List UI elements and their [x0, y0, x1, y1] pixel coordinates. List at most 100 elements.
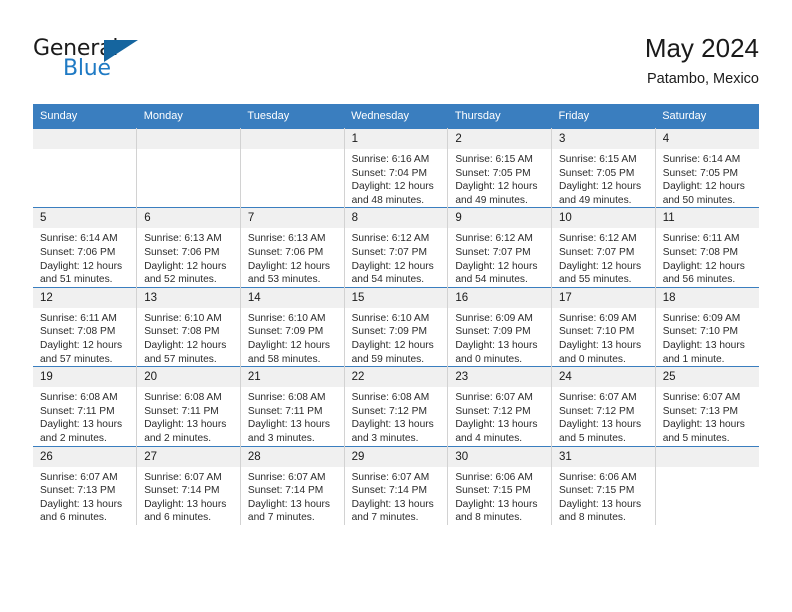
day-details: Sunrise: 6:12 AM Sunset: 7:07 PM Daylight:… — [552, 228, 655, 286]
calendar-day-cell[interactable]: 7 Sunrise: 6:13 AM Sunset: 7:06 PM Daylight… — [240, 207, 345, 288]
daylight-text: Daylight: 13 hours and 6 minutes. — [40, 498, 123, 524]
sunrise-text: Sunrise: 6:16 AM — [351, 154, 430, 165]
sunset-text: Sunset: 7:11 PM — [144, 405, 219, 417]
sunset-text: Sunset: 7:08 PM — [144, 326, 220, 338]
calendar-day-cell[interactable]: 31 Sunrise: 6:06 AM Sunset: 7:15 PM Dayligh… — [551, 445, 656, 525]
calendar-day-cell[interactable]: 3 Sunrise: 6:15 AM Sunset: 7:05 PM Daylight… — [551, 127, 656, 208]
calendar-day-cell[interactable]: 5 Sunrise: 6:14 AM Sunset: 7:06 PM Daylight… — [33, 207, 138, 288]
sunset-text: Sunset: 7:10 PM — [662, 326, 739, 338]
weekday-header-monday: Monday — [136, 104, 241, 129]
day-details: Sunrise: 6:11 AM Sunset: 7:08 PM Daylight:… — [33, 308, 136, 366]
calendar-day-cell[interactable]: 22 Sunrise: 6:08 AM Sunset: 7:12 PM Dayligh… — [344, 366, 449, 446]
day-details: Sunrise: 6:14 AM Sunset: 7:06 PM Daylight:… — [33, 228, 136, 286]
daylight-text: Daylight: 13 hours and 0 minutes. — [559, 339, 642, 365]
sunrise-text: Sunrise: 6:10 AM — [351, 312, 430, 324]
sunrise-text: Sunrise: 6:07 AM — [455, 392, 533, 404]
calendar-day-cell[interactable]: 15 Sunrise: 6:10 AM Sunset: 7:09 PM Dayligh… — [344, 286, 449, 367]
sunset-text: Sunset: 7:05 PM — [559, 167, 635, 179]
day-number: 17 — [552, 287, 655, 308]
sunset-text: Sunset: 7:11 PM — [247, 405, 323, 417]
calendar-day-cell[interactable]: 28 Sunrise: 6:07 AM Sunset: 7:14 PM Dayligh… — [240, 445, 345, 525]
day-details: Sunrise: 6:07 AM Sunset: 7:13 PM Daylight:… — [656, 387, 759, 445]
calendar-day-cell[interactable]: 20 Sunrise: 6:08 AM Sunset: 7:11 PM Dayligh… — [136, 366, 241, 446]
calendar-week-row: 26 Sunrise: 6:07 AM Sunset: 7:13 PM Dayligh… — [33, 445, 759, 525]
calendar-day-cell[interactable]: 21 Sunrise: 6:08 AM Sunset: 7:11 PM Dayligh… — [240, 366, 345, 446]
daylight-text: Daylight: 12 hours and 48 minutes. — [351, 181, 434, 206]
page-header: General Blue May 2024 Patambo, Mexico — [0, 0, 792, 103]
day-number: 15 — [344, 287, 448, 308]
title-block: May 2024 Patambo, Mexico — [645, 33, 759, 88]
calendar-day-cell[interactable]: 9 Sunrise: 6:12 AM Sunset: 7:07 PM Daylight… — [447, 207, 553, 288]
calendar-day-cell[interactable]: 12 Sunrise: 6:11 AM Sunset: 7:08 PM Dayligh… — [33, 286, 138, 367]
day-details: Sunrise: 6:09 AM Sunset: 7:09 PM Daylight:… — [448, 308, 551, 366]
calendar-day-cell-empty — [33, 127, 138, 208]
sunrise-text: Sunrise: 6:07 AM — [351, 471, 430, 483]
sunset-text: Sunset: 7:09 PM — [351, 326, 427, 338]
sunset-text: Sunset: 7:06 PM — [40, 246, 116, 258]
calendar-day-cell[interactable]: 19 Sunrise: 6:08 AM Sunset: 7:11 PM Dayligh… — [33, 366, 138, 446]
calendar-day-cell[interactable]: 17 Sunrise: 6:09 AM Sunset: 7:10 PM Dayligh… — [551, 286, 656, 367]
daylight-text: Daylight: 13 hours and 7 minutes. — [247, 498, 331, 524]
calendar-day-cell[interactable]: 10 Sunrise: 6:12 AM Sunset: 7:07 PM Dayligh… — [551, 207, 656, 288]
calendar-day-cell[interactable]: 14 Sunrise: 6:10 AM Sunset: 7:09 PM Dayligh… — [240, 286, 345, 367]
day-details: Sunrise: 6:12 AM Sunset: 7:07 PM Daylight:… — [345, 228, 448, 286]
calendar-day-cell[interactable]: 25 Sunrise: 6:07 AM Sunset: 7:13 PM Dayligh… — [655, 366, 759, 446]
calendar-day-cell[interactable]: 11 Sunrise: 6:11 AM Sunset: 7:08 PM Dayligh… — [655, 207, 759, 288]
sunrise-text: Sunrise: 6:11 AM — [40, 312, 117, 324]
daylight-text: Daylight: 12 hours and 59 minutes. — [351, 339, 434, 365]
calendar-day-cell[interactable]: 16 Sunrise: 6:09 AM Sunset: 7:09 PM Dayligh… — [447, 286, 553, 367]
general-blue-logo[interactable]: General Blue — [33, 36, 213, 88]
calendar-day-cell[interactable]: 1 Sunrise: 6:16 AM Sunset: 7:04 PM Daylight… — [344, 127, 449, 208]
calendar-day-cell[interactable]: 26 Sunrise: 6:07 AM Sunset: 7:13 PM Dayligh… — [33, 445, 138, 525]
daylight-text: Daylight: 12 hours and 58 minutes. — [247, 339, 331, 365]
day-details: Sunrise: 6:12 AM Sunset: 7:07 PM Daylight:… — [448, 228, 551, 286]
sunrise-text: Sunrise: 6:13 AM — [144, 233, 222, 245]
calendar-day-cell[interactable]: 29 Sunrise: 6:07 AM Sunset: 7:14 PM Dayligh… — [344, 445, 449, 525]
daylight-text: Daylight: 13 hours and 8 minutes. — [455, 498, 538, 524]
day-details: Sunrise: 6:06 AM Sunset: 7:15 PM Daylight:… — [448, 467, 551, 525]
calendar-day-cell[interactable]: 6 Sunrise: 6:13 AM Sunset: 7:06 PM Daylight… — [136, 207, 241, 288]
day-number: 14 — [240, 287, 344, 308]
sunrise-text: Sunrise: 6:07 AM — [662, 392, 741, 404]
calendar-day-cell[interactable]: 27 Sunrise: 6:07 AM Sunset: 7:14 PM Dayligh… — [136, 445, 241, 525]
sunrise-text: Sunrise: 6:10 AM — [144, 312, 222, 324]
daylight-text: Daylight: 13 hours and 5 minutes. — [559, 419, 642, 444]
day-details: Sunrise: 6:15 AM Sunset: 7:05 PM Daylight:… — [448, 149, 551, 207]
day-number: 23 — [448, 367, 552, 388]
day-details: Sunrise: 6:10 AM Sunset: 7:09 PM Daylight:… — [241, 308, 344, 366]
day-details: Sunrise: 6:14 AM Sunset: 7:05 PM Daylight:… — [656, 149, 759, 207]
day-number: 29 — [344, 446, 448, 467]
sunrise-text: Sunrise: 6:09 AM — [559, 312, 637, 324]
day-number: 28 — [240, 446, 344, 467]
calendar-day-cell[interactable]: 4 Sunrise: 6:14 AM Sunset: 7:05 PM Daylight… — [655, 127, 759, 208]
calendar-day-cell[interactable]: 8 Sunrise: 6:12 AM Sunset: 7:07 PM Daylight… — [344, 207, 449, 288]
day-number: 21 — [240, 367, 344, 388]
day-details: Sunrise: 6:07 AM Sunset: 7:12 PM Daylight:… — [552, 387, 655, 445]
sunrise-text: Sunrise: 6:15 AM — [455, 154, 533, 165]
day-details: Sunrise: 6:07 AM Sunset: 7:12 PM Daylight:… — [448, 387, 551, 445]
day-number: 18 — [655, 287, 759, 308]
calendar-day-cell[interactable]: 2 Sunrise: 6:15 AM Sunset: 7:05 PM Daylight… — [447, 127, 553, 208]
daylight-text: Daylight: 13 hours and 0 minutes. — [455, 339, 538, 365]
sunrise-text: Sunrise: 6:12 AM — [351, 233, 430, 245]
day-number: 4 — [655, 129, 759, 149]
day-number — [655, 446, 759, 467]
daylight-text: Daylight: 12 hours and 49 minutes. — [455, 181, 538, 206]
calendar-day-cell[interactable]: 13 Sunrise: 6:10 AM Sunset: 7:08 PM Dayligh… — [136, 286, 241, 367]
calendar-header-row: Sunday Monday Tuesday Wednesday Thursday Frid… — [33, 104, 759, 129]
daylight-text: Daylight: 12 hours and 50 minutes. — [662, 181, 745, 206]
logo-text-blue: Blue — [63, 56, 111, 81]
calendar-day-cell[interactable]: 30 Sunrise: 6:06 AM Sunset: 7:15 PM Dayligh… — [447, 445, 553, 525]
calendar-day-cell[interactable]: 24 Sunrise: 6:07 AM Sunset: 7:12 PM Dayligh… — [551, 366, 656, 446]
calendar-day-cell[interactable]: 18 Sunrise: 6:09 AM Sunset: 7:10 PM Dayligh… — [655, 286, 759, 367]
sunset-text: Sunset: 7:09 PM — [455, 326, 531, 338]
day-details: Sunrise: 6:11 AM Sunset: 7:08 PM Daylight:… — [656, 228, 759, 286]
day-number: 13 — [137, 287, 240, 308]
day-details: Sunrise: 6:09 AM Sunset: 7:10 PM Daylight:… — [552, 308, 655, 366]
sunset-text: Sunset: 7:05 PM — [662, 167, 739, 179]
day-details: Sunrise: 6:06 AM Sunset: 7:15 PM Daylight:… — [552, 467, 655, 525]
daylight-text: Daylight: 12 hours and 57 minutes. — [144, 339, 227, 365]
day-number: 27 — [137, 446, 240, 467]
calendar-day-cell[interactable]: 23 Sunrise: 6:07 AM Sunset: 7:12 PM Dayligh… — [447, 366, 553, 446]
daylight-text: Daylight: 12 hours and 53 minutes. — [247, 260, 331, 286]
